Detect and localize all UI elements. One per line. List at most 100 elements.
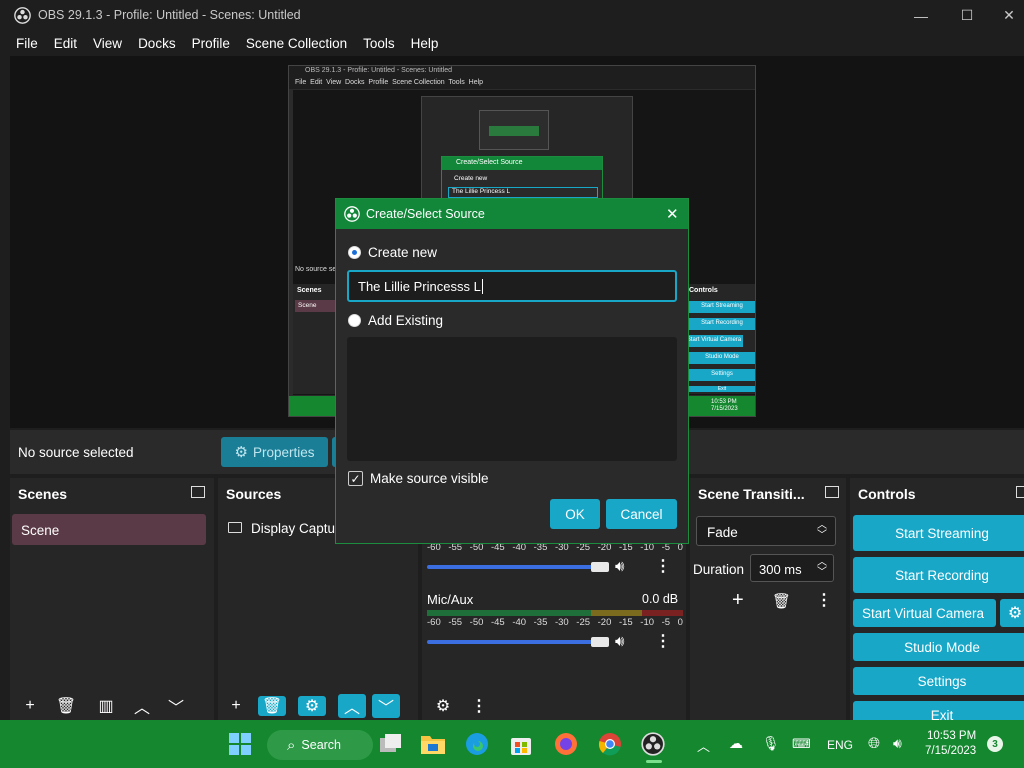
source-down-icon[interactable]: ﹀ xyxy=(372,694,400,718)
monitor-icon xyxy=(228,522,242,533)
add-existing-radio[interactable]: Add Existing xyxy=(348,313,443,328)
mini-name-input: The Lillie Princess L xyxy=(448,187,598,198)
mic-level-meter xyxy=(427,610,683,616)
scenes-toolbar: + 🗑 ▥ ︿ ﹀ xyxy=(10,691,214,721)
volume-slider-2[interactable] xyxy=(427,640,599,644)
mini-scenes: Scenes xyxy=(297,287,322,294)
ok-button[interactable]: OK xyxy=(550,499,600,529)
volume-handle-1[interactable] xyxy=(591,562,609,572)
duration-label: Duration xyxy=(693,562,745,577)
speaker-icon[interactable]: 🔊︎ xyxy=(615,633,624,650)
start-virtual-camera-button[interactable]: Start Virtual Camera xyxy=(853,599,996,627)
studio-mode-button[interactable]: Studio Mode xyxy=(853,633,1024,661)
settings-button[interactable]: Settings xyxy=(853,667,1024,695)
existing-sources-list[interactable] xyxy=(347,337,677,461)
more-options-icon[interactable]: ⋮ xyxy=(655,556,671,576)
start-streaming-button[interactable]: Start Streaming xyxy=(853,515,1024,551)
search-icon: ⌕ xyxy=(287,736,296,754)
mixer-menu-icon[interactable]: ⋮ xyxy=(465,696,493,716)
network-off-icon[interactable]: ☁ xyxy=(729,735,743,752)
advanced-audio-icon[interactable]: ⚙ xyxy=(429,696,457,716)
trash-icon[interactable]: 🗑 xyxy=(772,592,791,610)
transition-menu-icon[interactable]: ⋮ xyxy=(816,590,832,610)
add-source-icon[interactable]: + xyxy=(222,697,250,715)
taskbar-clock[interactable]: 10:53 PM 7/15/2023 xyxy=(925,729,976,759)
language-indicator[interactable]: ENG xyxy=(827,738,853,752)
radio-unchecked-icon xyxy=(348,314,361,327)
create-new-radio[interactable]: Create new xyxy=(348,245,437,260)
menu-scene-collection[interactable]: Scene Collection xyxy=(238,36,355,51)
volume-handle-2[interactable] xyxy=(591,637,609,647)
microsoft-store-icon[interactable] xyxy=(506,729,536,759)
remove-source-icon[interactable]: 🗑 xyxy=(258,696,286,716)
globe-icon[interactable]: 🌐︎ xyxy=(868,735,880,752)
undock-icon[interactable] xyxy=(1016,486,1024,498)
menu-file[interactable]: File xyxy=(8,36,46,51)
dialog-title-bar: Create/Select Source ✕ xyxy=(336,199,688,229)
source-name-input[interactable]: The Lillie Princesss L xyxy=(347,270,677,302)
firefox-icon[interactable] xyxy=(551,729,581,759)
mixer-ticks-2: -60 -55 -50 -45 -40 -35 -30 -25 -20 -15 -10 -5 0 xyxy=(427,617,683,628)
duration-input[interactable]: 300 ms ︿ ﹀ xyxy=(750,554,834,582)
make-visible-checkbox[interactable]: ✓ Make source visible xyxy=(348,471,489,486)
scenes-title: Scenes xyxy=(18,486,68,502)
menu-tools[interactable]: Tools xyxy=(355,36,403,51)
speaker-icon[interactable]: 🔊︎ xyxy=(615,558,624,575)
menu-help[interactable]: Help xyxy=(403,36,447,51)
obs-taskbar-icon[interactable] xyxy=(638,729,668,759)
move-up-icon[interactable]: ︿ xyxy=(128,694,156,718)
spinner-icon: ︿ ﹀ xyxy=(817,520,827,541)
obs-logo-icon xyxy=(14,7,31,24)
maximize-button[interactable]: ☐ xyxy=(944,0,990,31)
windows-start-icon[interactable] xyxy=(225,729,255,759)
add-transition-icon[interactable]: + xyxy=(732,589,744,612)
keyboard-icon[interactable]: ⌨ xyxy=(792,736,811,752)
menu-docks[interactable]: Docks xyxy=(130,36,184,51)
menu-view[interactable]: View xyxy=(85,36,130,51)
mini-menu: File Edit View Docks Profile Scene Colle… xyxy=(295,79,484,86)
transition-select[interactable]: Fade ︿ ﹀ xyxy=(696,516,836,546)
trash-icon[interactable]: 🗑 xyxy=(52,696,80,716)
gear-icon[interactable]: ⚙ xyxy=(1000,599,1024,627)
source-item[interactable]: Display Captur xyxy=(251,521,340,536)
close-icon[interactable]: ✕ xyxy=(666,205,679,223)
menu-edit[interactable]: Edit xyxy=(46,36,85,51)
move-down-icon[interactable]: ﹀ xyxy=(162,694,190,718)
close-window-button[interactable]: ✕ xyxy=(986,0,1024,31)
sources-title: Sources xyxy=(226,486,282,502)
chrome-icon[interactable] xyxy=(595,729,625,759)
mini-scene-item: Scene xyxy=(295,300,339,312)
cancel-button[interactable]: Cancel xyxy=(606,499,677,529)
file-explorer-icon[interactable] xyxy=(418,729,448,759)
show-hidden-icons-icon[interactable]: ︿ xyxy=(697,736,710,755)
volume-icon[interactable]: 🔊︎ xyxy=(893,735,902,752)
obs-logo-icon xyxy=(344,206,360,222)
taskbar-search[interactable]: ⌕ Search xyxy=(267,730,373,760)
volume-slider-1[interactable] xyxy=(427,565,599,569)
task-view-icon[interactable] xyxy=(376,729,406,759)
more-options-icon[interactable]: ⋮ xyxy=(655,631,671,651)
filter-icon[interactable]: ▥ xyxy=(92,696,120,716)
minimize-button[interactable]: — xyxy=(898,0,944,31)
scene-item[interactable]: Scene xyxy=(12,514,206,545)
microphone-icon[interactable]: 🎙︎ xyxy=(762,735,780,752)
source-up-icon[interactable]: ︿ xyxy=(338,694,366,718)
mini-dialog-title: Create/Select Source xyxy=(442,157,602,170)
mini-btn-virtual: Start Virtual Camera xyxy=(685,335,743,347)
notification-badge[interactable]: 3 xyxy=(987,736,1003,752)
menu-profile[interactable]: Profile xyxy=(184,36,238,51)
mini-btn-record: Start Recording xyxy=(689,318,755,330)
start-recording-button[interactable]: Start Recording xyxy=(853,557,1024,593)
window-title: OBS 29.1.3 - Profile: Untitled - Scenes:… xyxy=(38,8,301,22)
title-bar: OBS 29.1.3 - Profile: Untitled - Scenes:… xyxy=(0,0,1024,31)
properties-button[interactable]: ⚙ Properties xyxy=(221,437,328,467)
add-scene-icon[interactable]: + xyxy=(16,697,44,715)
mini-clock: 10:53 PM 7/15/2023 xyxy=(711,399,738,412)
undock-icon[interactable] xyxy=(825,486,839,498)
controls-dock: Controls Start Streaming Start Recording… xyxy=(850,478,1024,729)
source-properties-icon[interactable]: ⚙ xyxy=(298,696,326,716)
edge-browser-icon[interactable] xyxy=(462,729,492,759)
undock-icon[interactable] xyxy=(191,486,205,498)
mini-controls: Controls xyxy=(689,287,718,294)
gear-icon: ⚙ xyxy=(234,444,248,461)
